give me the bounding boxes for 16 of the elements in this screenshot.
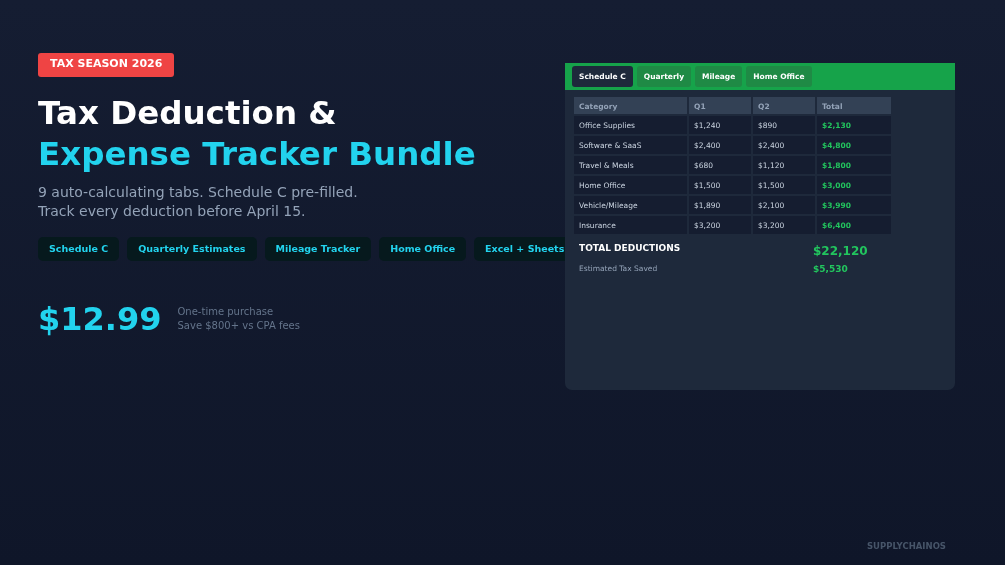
feature-tag: Quarterly Estimates <box>127 236 257 261</box>
total-label: TOTAL DEDUCTIONS <box>578 242 682 256</box>
headline: Expense Tracker Bundle <box>38 133 477 175</box>
subtitle-line: 9 auto-calculating tabs. Schedule C pre-filled. <box>38 182 359 202</box>
price-note: One-time purchase <box>177 304 275 319</box>
headline: Tax Deduction & <box>38 92 338 134</box>
feature-tag: Schedule C <box>38 236 120 261</box>
feature-tag: Mileage Tracker <box>264 236 372 261</box>
feature-tag: Home Office <box>379 236 467 261</box>
brand-name: SUPPLYCHAINOS <box>867 540 946 553</box>
season-badge: TAX SEASON 2026 <box>38 53 175 77</box>
total-value: $22,120 <box>813 243 869 261</box>
price: $12.99 <box>38 300 162 337</box>
price-note: Save $800+ vs CPA fees <box>177 318 300 333</box>
saved-value: $5,530 <box>813 263 849 277</box>
subtitle-line: Track every deduction before April 15. <box>38 201 307 221</box>
